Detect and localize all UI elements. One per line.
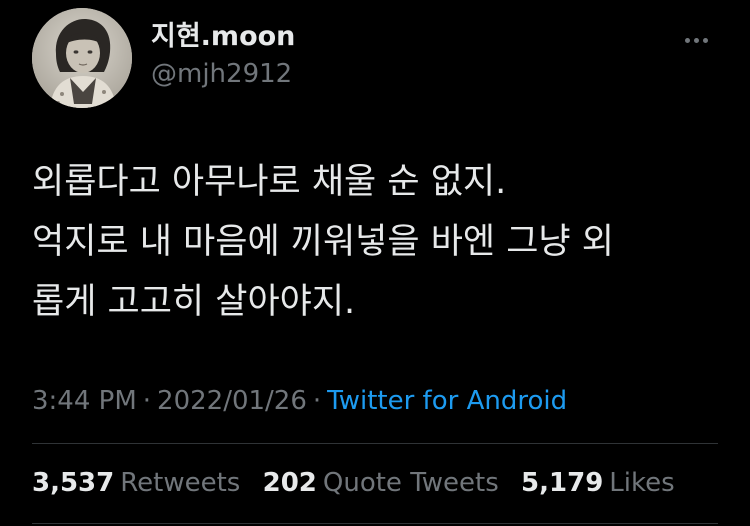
more-options-button[interactable] [678,30,714,50]
tweet-date[interactable]: 2022/01/26 [157,386,307,416]
tweet-text-line: 억지로 내 마음에 끼워넣을 바엔 그냥 외 [32,222,614,262]
likes-count: 5,179 [521,468,604,498]
tweet-time[interactable]: 3:44 PM [32,386,137,416]
tweet-stats: 3,537 Retweets 202 Quote Tweets 5,179 Likes [32,464,689,502]
retweets-stat[interactable]: 3,537 Retweets [32,464,240,502]
quote-tweets-count: 202 [262,468,317,498]
quote-tweets-stat[interactable]: 202 Quote Tweets [263,464,499,502]
retweets-count: 3,537 [32,468,115,498]
divider [32,523,718,524]
divider [32,443,718,444]
likes-stat[interactable]: 5,179 Likes [521,464,675,502]
meta-separator: · [142,386,152,416]
likes-label: Likes [609,468,675,498]
more-dot-icon [693,37,699,43]
quote-tweets-label: Quote Tweets [322,468,499,498]
tweet-detail: 지현.moon @mjh2912 외롭다고 아무나로 채울 순 없지. 억지로 … [0,0,750,526]
user-handle[interactable]: @mjh2912 [151,56,295,92]
display-name[interactable]: 지현.moon [151,19,295,55]
more-dot-icon [684,37,690,43]
tweet-text: 외롭다고 아무나로 채울 순 없지. 억지로 내 마음에 끼워넣을 바엔 그냥 … [32,152,722,332]
retweets-label: Retweets [120,468,241,498]
tweet-source-link[interactable]: Twitter for Android [327,386,567,416]
avatar-photo [32,8,132,108]
tweet-text-line: 롭게 고고히 살아야지. [32,282,356,322]
avatar[interactable] [32,8,132,108]
tweet-meta: 3:44 PM · 2022/01/26 · Twitter for Android [32,382,567,420]
tweet-text-line: 외롭다고 아무나로 채울 순 없지. [32,162,507,202]
tweet-header: 지현.moon @mjh2912 [32,8,722,108]
more-dot-icon [702,37,708,43]
user-names: 지현.moon @mjh2912 [151,19,295,92]
meta-separator: · [312,386,322,416]
